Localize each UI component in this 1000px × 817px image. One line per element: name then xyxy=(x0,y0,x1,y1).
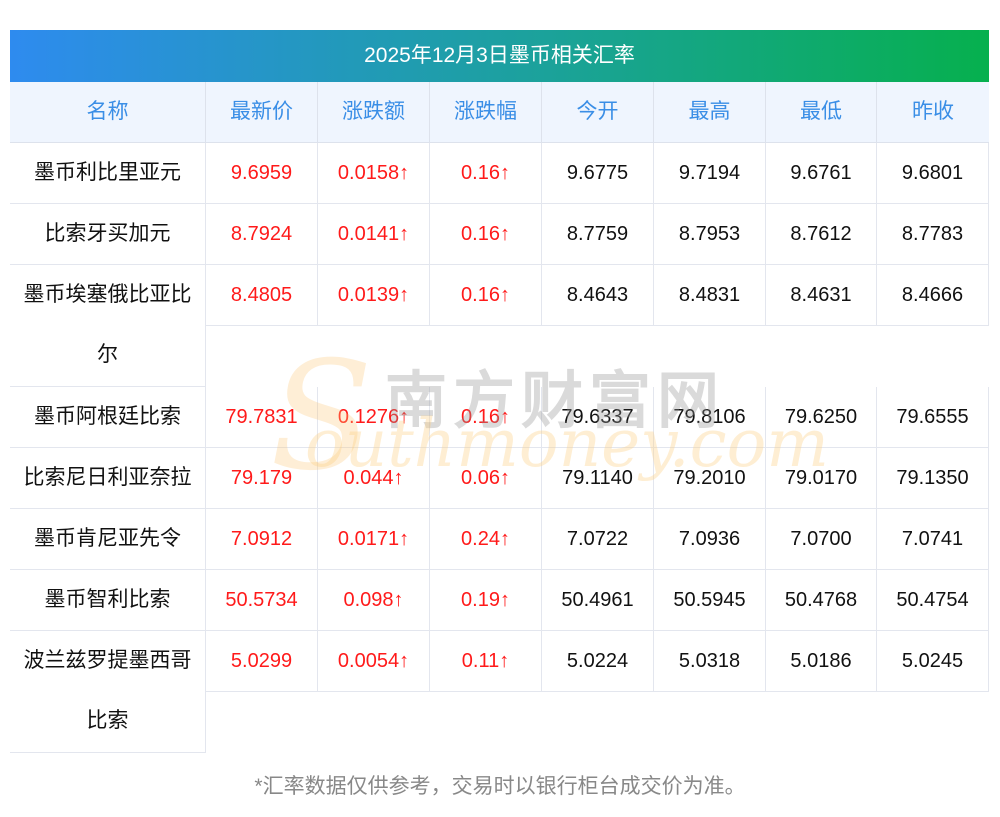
table-row: 墨币利比里亚元 9.6959 0.0158↑ 0.16↑ 9.6775 9.7194 9.6… xyxy=(10,143,989,204)
cell-price: 9.6959 xyxy=(206,143,318,204)
cell-low: 7.0700 xyxy=(766,509,877,570)
cell-high: 79.2010 xyxy=(654,448,766,509)
cell-low: 79.6250 xyxy=(766,387,877,448)
table-row: 比索牙买加元 8.7924 0.0141↑ 0.16↑ 8.7759 8.7953 8.76… xyxy=(10,204,989,265)
cell-open: 9.6775 xyxy=(542,143,654,204)
cell-prev: 7.0741 xyxy=(877,509,989,570)
cell-open: 7.0722 xyxy=(542,509,654,570)
cell-open: 8.4643 xyxy=(542,265,654,326)
currency-name: 墨币阿根廷比索 xyxy=(10,387,206,448)
cell-prev: 8.7783 xyxy=(877,204,989,265)
cell-pct: 0.19↑ xyxy=(430,570,542,631)
cell-prev: 8.4666 xyxy=(877,265,989,326)
cell-prev: 9.6801 xyxy=(877,143,989,204)
cell-prev: 5.0245 xyxy=(877,631,989,692)
cell-high: 8.7953 xyxy=(654,204,766,265)
cell-high: 5.0318 xyxy=(654,631,766,692)
cell-open: 50.4961 xyxy=(542,570,654,631)
table-row: 墨币阿根廷比索 79.7831 0.1276↑ 0.16↑ 79.6337 79.8106… xyxy=(10,387,989,448)
col-name: 名称 xyxy=(10,82,206,142)
col-pct: 涨跌幅 xyxy=(430,82,542,142)
cell-price: 7.0912 xyxy=(206,509,318,570)
col-low: 最低 xyxy=(766,82,877,142)
currency-name: 墨币智利比索 xyxy=(10,570,206,631)
table-row: 比索尼日利亚奈拉 79.179 0.044↑ 0.06↑ 79.1140 79.2010 7… xyxy=(10,448,989,509)
currency-name: 比索尼日利亚奈拉 xyxy=(10,448,206,509)
table-row: 墨币肯尼亚先令 7.0912 0.0171↑ 0.24↑ 7.0722 7.0936 7.0… xyxy=(10,509,989,570)
cell-prev: 50.4754 xyxy=(877,570,989,631)
cell-price: 8.4805 xyxy=(206,265,318,326)
cell-change: 0.0139↑ xyxy=(318,265,430,326)
cell-pct: 0.06↑ xyxy=(430,448,542,509)
cell-high: 8.4831 xyxy=(654,265,766,326)
cell-high: 50.5945 xyxy=(654,570,766,631)
cell-prev: 79.1350 xyxy=(877,448,989,509)
cell-pct: 0.24↑ xyxy=(430,509,542,570)
table-row: 墨币埃塞俄比亚比尔 8.4805 0.0139↑ 0.16↑ 8.4643 8.4831 8… xyxy=(10,265,989,387)
cell-pct: 0.16↑ xyxy=(430,387,542,448)
cell-change: 0.044↑ xyxy=(318,448,430,509)
cell-change: 0.0054↑ xyxy=(318,631,430,692)
cell-pct: 0.16↑ xyxy=(430,265,542,326)
table-row: 墨币智利比索 50.5734 0.098↑ 0.19↑ 50.4961 50.5945 50… xyxy=(10,570,989,631)
cell-pct: 0.16↑ xyxy=(430,143,542,204)
currency-name: 比索牙买加元 xyxy=(10,204,206,265)
cell-change: 0.0158↑ xyxy=(318,143,430,204)
cell-change: 0.1276↑ xyxy=(318,387,430,448)
footnote: *汇率数据仅供参考，交易时以银行柜台成交价为准。 xyxy=(254,775,746,798)
cell-prev: 79.6555 xyxy=(877,387,989,448)
cell-price: 79.179 xyxy=(206,448,318,509)
currency-name: 波兰兹罗提墨西哥比索 xyxy=(10,631,206,753)
col-price: 最新价 xyxy=(206,82,318,142)
cell-low: 8.4631 xyxy=(766,265,877,326)
cell-change: 0.0171↑ xyxy=(318,509,430,570)
table-row: 波兰兹罗提墨西哥比索 5.0299 0.0054↑ 0.11↑ 5.0224 5.0318… xyxy=(10,631,989,753)
cell-open: 5.0224 xyxy=(542,631,654,692)
table-title: 2025年12月3日墨币相关汇率 xyxy=(10,30,989,82)
cell-open: 8.7759 xyxy=(542,204,654,265)
cell-low: 79.0170 xyxy=(766,448,877,509)
cell-high: 7.0936 xyxy=(654,509,766,570)
currency-name: 墨币利比里亚元 xyxy=(10,143,206,204)
cell-low: 50.4768 xyxy=(766,570,877,631)
cell-price: 79.7831 xyxy=(206,387,318,448)
cell-pct: 0.11↑ xyxy=(430,631,542,692)
cell-high: 79.8106 xyxy=(654,387,766,448)
rate-table: 2025年12月3日墨币相关汇率 名称 最新价 涨跌额 涨跌幅 今开 最高 最低… xyxy=(10,30,989,753)
col-high: 最高 xyxy=(654,82,766,142)
cell-low: 9.6761 xyxy=(766,143,877,204)
col-open: 今开 xyxy=(542,82,654,142)
cell-open: 79.6337 xyxy=(542,387,654,448)
cell-price: 5.0299 xyxy=(206,631,318,692)
cell-low: 8.7612 xyxy=(766,204,877,265)
currency-name: 墨币肯尼亚先令 xyxy=(10,509,206,570)
cell-price: 50.5734 xyxy=(206,570,318,631)
cell-price: 8.7924 xyxy=(206,204,318,265)
currency-name: 墨币埃塞俄比亚比尔 xyxy=(10,265,206,387)
col-change: 涨跌额 xyxy=(318,82,430,142)
cell-open: 79.1140 xyxy=(542,448,654,509)
table-header: 名称 最新价 涨跌额 涨跌幅 今开 最高 最低 昨收 xyxy=(10,82,989,143)
cell-change: 0.0141↑ xyxy=(318,204,430,265)
col-prev: 昨收 xyxy=(912,100,954,123)
cell-low: 5.0186 xyxy=(766,631,877,692)
cell-high: 9.7194 xyxy=(654,143,766,204)
cell-change: 0.098↑ xyxy=(318,570,430,631)
cell-pct: 0.16↑ xyxy=(430,204,542,265)
